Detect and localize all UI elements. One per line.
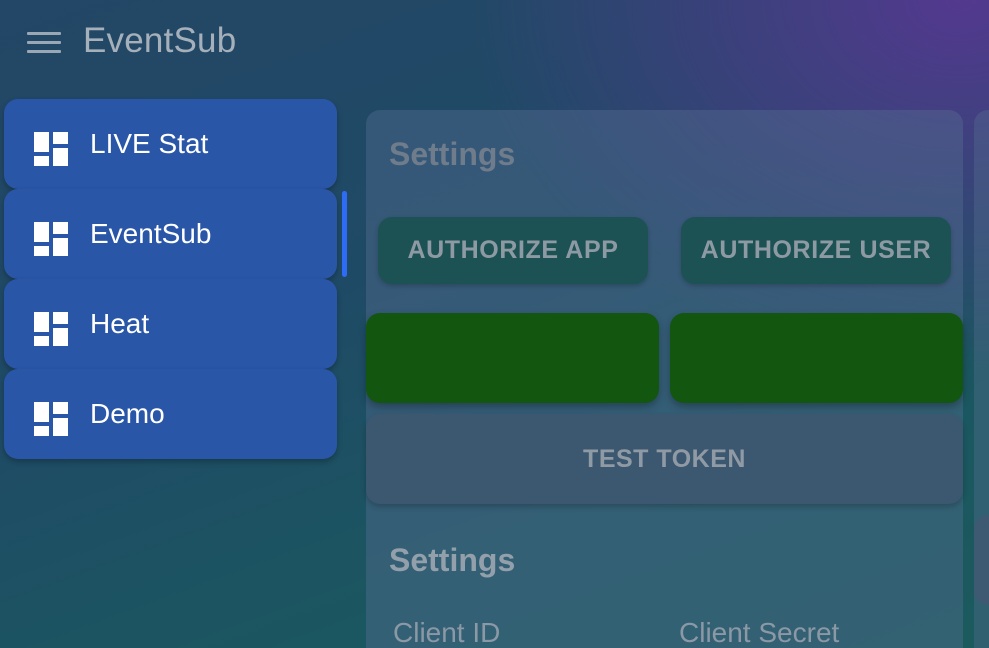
client-secret-label: Client Secret	[679, 617, 840, 648]
sidebar-item-label: Demo	[90, 398, 165, 429]
settings-card: Settings AUTHORIZE APP AUTHORIZE USER TE…	[366, 110, 963, 648]
dashboard-icon	[34, 312, 68, 346]
settings-section-title: Settings	[389, 542, 516, 578]
app-header: EventSub	[0, 0, 989, 88]
secondary-card-button[interactable]	[974, 515, 989, 605]
app-token-status	[366, 313, 659, 403]
sidebar-item-heat[interactable]: Heat	[4, 279, 337, 369]
authorize-app-button[interactable]: AUTHORIZE APP	[378, 217, 648, 284]
app-title: EventSub	[83, 21, 237, 60]
sidebar-item-demo[interactable]: Demo	[4, 369, 337, 459]
authorize-user-button[interactable]: AUTHORIZE USER	[681, 217, 951, 284]
sidebar-item-label: Heat	[90, 308, 150, 339]
hamburger-menu-icon[interactable]	[27, 31, 61, 55]
sidebar-item-label: EventSub	[90, 218, 212, 249]
sidebar-item-live-stat[interactable]: LIVE Stat	[4, 99, 337, 189]
sidebar-item-eventsub[interactable]: EventSub	[4, 189, 347, 279]
test-token-button[interactable]: TEST TOKEN	[366, 414, 963, 504]
dashboard-icon	[34, 222, 68, 256]
settings-title: Settings	[389, 136, 516, 172]
user-token-status	[670, 313, 963, 403]
dashboard-icon	[34, 132, 68, 166]
dashboard-icon	[34, 402, 68, 436]
client-id-label: Client ID	[393, 617, 501, 648]
sidebar-item-label: LIVE Stat	[90, 128, 209, 159]
